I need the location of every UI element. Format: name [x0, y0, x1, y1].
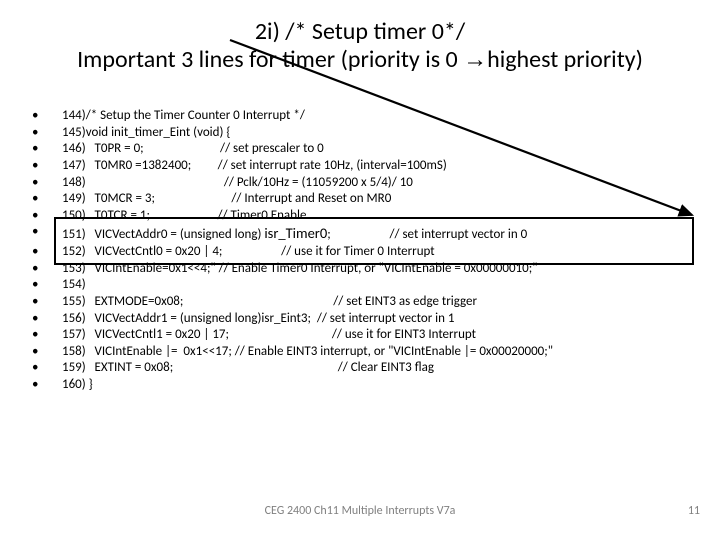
code-line: 160) } [28, 377, 700, 394]
line151-post: ; // set interrupt vector in 0 [327, 227, 527, 242]
slide-title: 2i) /* Setup timer 0*/ Important 3 lines… [0, 18, 720, 73]
code-line-151: 151) VICVectAddr0 = (unsigned long) isr_… [28, 224, 700, 244]
code-line: 159) EXTINT = 0x08; // Clear EINT3 flag [28, 360, 700, 377]
title-line-2-post: highest priority) [487, 45, 643, 74]
title-line-2-pre: Important 3 lines for timer (priority is… [77, 45, 463, 74]
footer-text: CEG 2400 Ch11 Multiple Interrupts V7a [0, 504, 720, 518]
page-number: 11 [688, 504, 700, 518]
code-line: 147) T0MR0 =1382400; // set interrupt ra… [28, 158, 700, 175]
code-block: 144)/* Setup the Timer Counter 0 Interru… [28, 108, 700, 394]
slide: 2i) /* Setup timer 0*/ Important 3 lines… [0, 0, 720, 540]
title-line-1: 2i) /* Setup timer 0*/ [0, 18, 720, 46]
code-line: 155) EXTMODE=0x08; // set EINT3 as edge … [28, 294, 700, 311]
code-line: 145)void init_timer_Eint (void) { [28, 125, 700, 142]
code-line: 152) VICVectCntl0 = 0x20 | 4; // use it … [28, 244, 700, 261]
title-line-2: Important 3 lines for timer (priority is… [0, 46, 720, 74]
isr-timer0-symbol: isr_Timer0 [264, 224, 327, 242]
line151-pre: 151) VICVectAddr0 = (unsigned long) [62, 227, 264, 242]
code-line: 157) VICVectCntl1 = 0x20 | 17; // use it… [28, 327, 700, 344]
code-line: 154) [28, 277, 700, 294]
code-line: 144)/* Setup the Timer Counter 0 Interru… [28, 108, 700, 125]
code-line: 149) T0MCR = 3; // Interrupt and Reset o… [28, 191, 700, 208]
code-line: 156) VICVectAddr1 = (unsigned long)isr_E… [28, 311, 700, 328]
code-line: 158) VICIntEnable |= 0x1<<17; // Enable … [28, 344, 700, 361]
code-line: 150) T0TCR = 1; // Timer0 Enable [28, 208, 700, 225]
code-list: 144)/* Setup the Timer Counter 0 Interru… [28, 108, 700, 394]
code-line: 146) T0PR = 0; // set prescaler to 0 [28, 141, 700, 158]
code-line: 153) VICIntEnable=0x1<<4;" // Enable Tim… [28, 261, 700, 278]
code-line: 148) // Pclk/10Hz = (11059200 x 5/4)/ 10 [28, 175, 700, 192]
arrow-right-icon: → [463, 46, 487, 73]
